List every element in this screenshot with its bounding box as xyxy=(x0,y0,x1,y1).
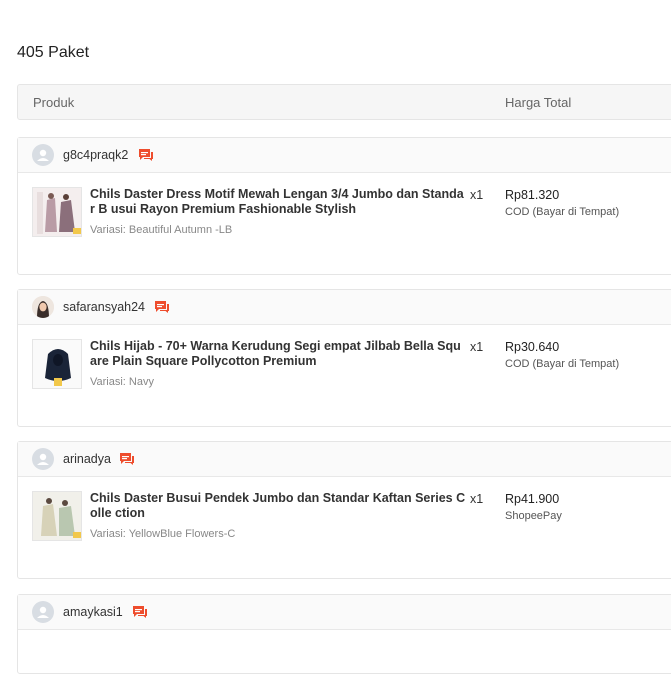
buyer-username[interactable]: amaykasi1 xyxy=(63,605,123,619)
order-total-price: Rp41.900 xyxy=(505,492,560,506)
product-variant: Variasi: Navy xyxy=(90,376,154,388)
default-user-icon xyxy=(37,606,49,618)
column-header-product: Produk xyxy=(33,95,75,110)
order-card: g8c4praqk2 Chils Daster Dress Motif Mewa… xyxy=(17,137,671,275)
order-card-header: arinadya xyxy=(18,442,671,477)
default-user-icon xyxy=(37,453,49,465)
avatar[interactable] xyxy=(32,144,54,166)
chat-icon[interactable] xyxy=(138,148,154,162)
order-card-header: amaykasi1 xyxy=(18,595,671,630)
order-total-price: Rp81.320 xyxy=(505,188,560,202)
order-card: arinadya Chils Daster Busui Pendek Jumbo… xyxy=(17,441,671,579)
product-thumbnail[interactable] xyxy=(32,187,82,237)
product-quantity: x1 xyxy=(470,188,484,202)
product-quantity: x1 xyxy=(470,340,484,354)
buyer-username[interactable]: safaransyah24 xyxy=(63,300,145,314)
user-photo-icon xyxy=(32,296,54,318)
payment-method: ShopeePay xyxy=(505,510,562,522)
product-name[interactable]: Chils Daster Dress Motif Mewah Lengan 3/… xyxy=(90,187,466,217)
table-header: Produk Harga Total xyxy=(17,84,671,120)
product-thumbnail[interactable] xyxy=(32,491,82,541)
chat-icon[interactable] xyxy=(132,605,148,619)
product-name[interactable]: Chils Daster Busui Pendek Jumbo dan Stan… xyxy=(90,491,466,521)
order-card-header: safaransyah24 xyxy=(18,290,671,325)
order-card-header: g8c4praqk2 xyxy=(18,138,671,173)
product-name[interactable]: Chils Hijab - 70+ Warna Kerudung Segi em… xyxy=(90,339,466,369)
payment-method: COD (Bayar di Tempat) xyxy=(505,206,620,218)
product-variant: Variasi: YellowBlue Flowers-C xyxy=(90,528,236,540)
default-user-icon xyxy=(37,149,49,161)
product-quantity: x1 xyxy=(470,492,484,506)
order-card: safaransyah24 Chils Hijab - 70+ Warna Ke… xyxy=(17,289,671,427)
chat-icon[interactable] xyxy=(154,300,170,314)
order-total-price: Rp30.640 xyxy=(505,340,560,354)
order-card: amaykasi1 xyxy=(17,594,671,674)
avatar[interactable] xyxy=(32,296,54,318)
product-thumbnail[interactable] xyxy=(32,339,82,389)
page-title: 405 Paket xyxy=(17,44,90,61)
buyer-username[interactable]: g8c4praqk2 xyxy=(63,148,128,162)
payment-method: COD (Bayar di Tempat) xyxy=(505,358,620,370)
column-header-total-price: Harga Total xyxy=(505,95,572,110)
avatar[interactable] xyxy=(32,448,54,470)
avatar[interactable] xyxy=(32,601,54,623)
product-variant: Variasi: Beautiful Autumn -LB xyxy=(90,224,233,236)
chat-icon[interactable] xyxy=(119,452,135,466)
buyer-username[interactable]: arinadya xyxy=(63,452,111,466)
